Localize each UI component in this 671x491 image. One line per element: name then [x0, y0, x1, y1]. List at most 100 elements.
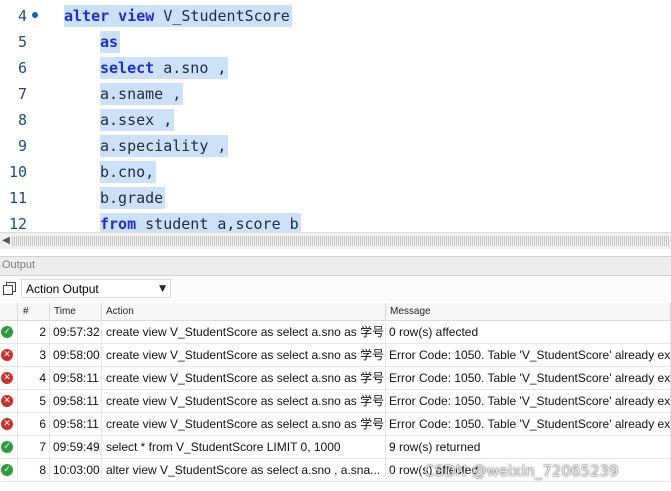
- sql-text: V_StudentScore: [154, 7, 290, 25]
- line-number: 5: [17, 33, 27, 51]
- line-number: 8: [17, 111, 27, 129]
- row-message: 0 row(s) affected: [386, 321, 671, 343]
- code-line[interactable]: 7 a.sname ,: [0, 81, 671, 107]
- sql-keyword: select: [100, 59, 155, 77]
- row-number: 8: [18, 459, 50, 481]
- scroll-left-arrow-icon[interactable]: ◀: [0, 233, 12, 249]
- copy-icon[interactable]: [3, 282, 16, 295]
- status-cell: ✕: [0, 367, 18, 389]
- code-text: alter view V_StudentScore: [64, 5, 292, 27]
- line-number: 11: [8, 189, 27, 207]
- code-line[interactable]: 12 from student a,score b: [0, 211, 671, 232]
- code-line[interactable]: 10 b.cno,: [0, 159, 671, 185]
- code-line[interactable]: 8 a.ssex ,: [0, 107, 671, 133]
- status-cell: ✓: [0, 459, 18, 481]
- header-message[interactable]: Message: [386, 303, 671, 320]
- code-line[interactable]: 5 as: [0, 29, 671, 55]
- output-panel-header: Output: [0, 256, 671, 276]
- line-number: 10: [8, 163, 27, 181]
- success-icon: ✓: [1, 326, 13, 338]
- table-row[interactable]: ✕ 5 09:58:11 create view V_StudentScore as …: [0, 390, 671, 413]
- row-time: 09:58:11: [50, 367, 102, 389]
- row-action: create view V_StudentScore as select a.s…: [102, 390, 386, 412]
- error-icon: ✕: [1, 395, 13, 407]
- row-time: 09:59:49: [50, 436, 102, 458]
- output-type-select[interactable]: Action Output ▼: [21, 279, 171, 298]
- header-status: [0, 303, 18, 320]
- output-panel-title: Output: [2, 259, 36, 271]
- output-type-value: Action Output: [26, 282, 99, 296]
- line-number: 6: [17, 59, 27, 77]
- row-message: Error Code: 1050. Table 'V_StudentScore'…: [386, 390, 671, 412]
- line-number: 9: [17, 137, 27, 155]
- code-line[interactable]: 4 alter view V_StudentScore: [0, 3, 671, 29]
- error-icon: ✕: [1, 418, 13, 430]
- row-number: 4: [18, 367, 50, 389]
- sql-text: b.cno,: [100, 163, 155, 181]
- editor-horizontal-scrollbar[interactable]: ◀: [0, 232, 671, 249]
- row-number: 5: [18, 390, 50, 412]
- row-message: Error Code: 1050. Table 'V_StudentScore'…: [386, 413, 671, 435]
- success-icon: ✓: [1, 441, 13, 453]
- code-line[interactable]: 9 a.speciality ,: [0, 133, 671, 159]
- chevron-down-icon: ▼: [159, 284, 166, 294]
- row-action: create view V_StudentScore as select a.s…: [102, 367, 386, 389]
- row-action: create view V_StudentScore as select a.s…: [102, 344, 386, 366]
- sql-keyword: from: [100, 215, 137, 232]
- header-number[interactable]: #: [18, 303, 50, 320]
- header-time[interactable]: Time: [50, 303, 102, 320]
- sql-keyword: as: [100, 33, 119, 51]
- line-number: 7: [17, 85, 27, 103]
- row-time: 09:57:32: [50, 321, 102, 343]
- row-action: alter view V_StudentScore as select a.sn…: [102, 459, 386, 481]
- code-text: as: [100, 31, 121, 53]
- status-cell: ✕: [0, 344, 18, 366]
- sql-text: b.grade: [100, 189, 164, 207]
- status-cell: ✕: [0, 390, 18, 412]
- fold-marker-icon[interactable]: [32, 12, 38, 18]
- output-toolbar: Action Output ▼: [0, 276, 671, 302]
- table-row[interactable]: ✕ 4 09:58:11 create view V_StudentScore as …: [0, 367, 671, 390]
- csdn-watermark: CSDN @weixin_72065239: [424, 462, 619, 480]
- code-text: from student a,score b: [100, 213, 301, 232]
- code-line[interactable]: 11 b.grade: [0, 185, 671, 211]
- status-cell: ✓: [0, 436, 18, 458]
- code-line[interactable]: 6 select a.sno ,: [0, 55, 671, 81]
- row-number: 6: [18, 413, 50, 435]
- code-text: select a.sno ,: [100, 57, 229, 79]
- table-row[interactable]: ✓ 2 09:57:32 create view V_StudentScore as …: [0, 321, 671, 344]
- sql-text: a.sno ,: [154, 59, 227, 77]
- scrollbar-track[interactable]: [12, 236, 669, 246]
- table-row[interactable]: ✕ 3 09:58:00 create view V_StudentScore as …: [0, 344, 671, 367]
- code-text: a.speciality ,: [100, 135, 229, 157]
- code-text: b.cno,: [100, 161, 157, 183]
- row-number: 7: [18, 436, 50, 458]
- sql-text: a.speciality ,: [100, 137, 227, 155]
- row-time: 09:58:11: [50, 413, 102, 435]
- table-row[interactable]: ✕ 6 09:58:11 create view V_StudentScore as …: [0, 413, 671, 436]
- code-text: a.ssex ,: [100, 109, 175, 131]
- grid-header: # Time Action Message: [0, 303, 671, 321]
- row-message: 9 row(s) returned: [386, 436, 671, 458]
- code-text: a.sname ,: [100, 83, 184, 105]
- row-number: 2: [18, 321, 50, 343]
- table-row[interactable]: ✓ 7 09:59:49 select * from V_StudentScore L…: [0, 436, 671, 459]
- sql-editor[interactable]: 4 alter view V_StudentScore 5 as 6 select a.s…: [0, 0, 671, 232]
- row-action: create view V_StudentScore as select a.s…: [102, 413, 386, 435]
- error-icon: ✕: [1, 372, 13, 384]
- sql-text: a.sname ,: [100, 85, 182, 103]
- row-message: Error Code: 1050. Table 'V_StudentScore'…: [386, 344, 671, 366]
- error-icon: ✕: [1, 349, 13, 361]
- row-action: create view V_StudentScore as select a.s…: [102, 321, 386, 343]
- row-time: 09:58:11: [50, 390, 102, 412]
- status-cell: ✕: [0, 413, 18, 435]
- line-number: 12: [8, 215, 27, 232]
- status-cell: ✓: [0, 321, 18, 343]
- sql-text: student a,score b: [136, 215, 299, 232]
- success-icon: ✓: [1, 464, 13, 476]
- line-number: 4: [17, 7, 27, 25]
- row-time: 09:58:00: [50, 344, 102, 366]
- row-number: 3: [18, 344, 50, 366]
- row-message: Error Code: 1050. Table 'V_StudentScore'…: [386, 367, 671, 389]
- header-action[interactable]: Action: [102, 303, 386, 320]
